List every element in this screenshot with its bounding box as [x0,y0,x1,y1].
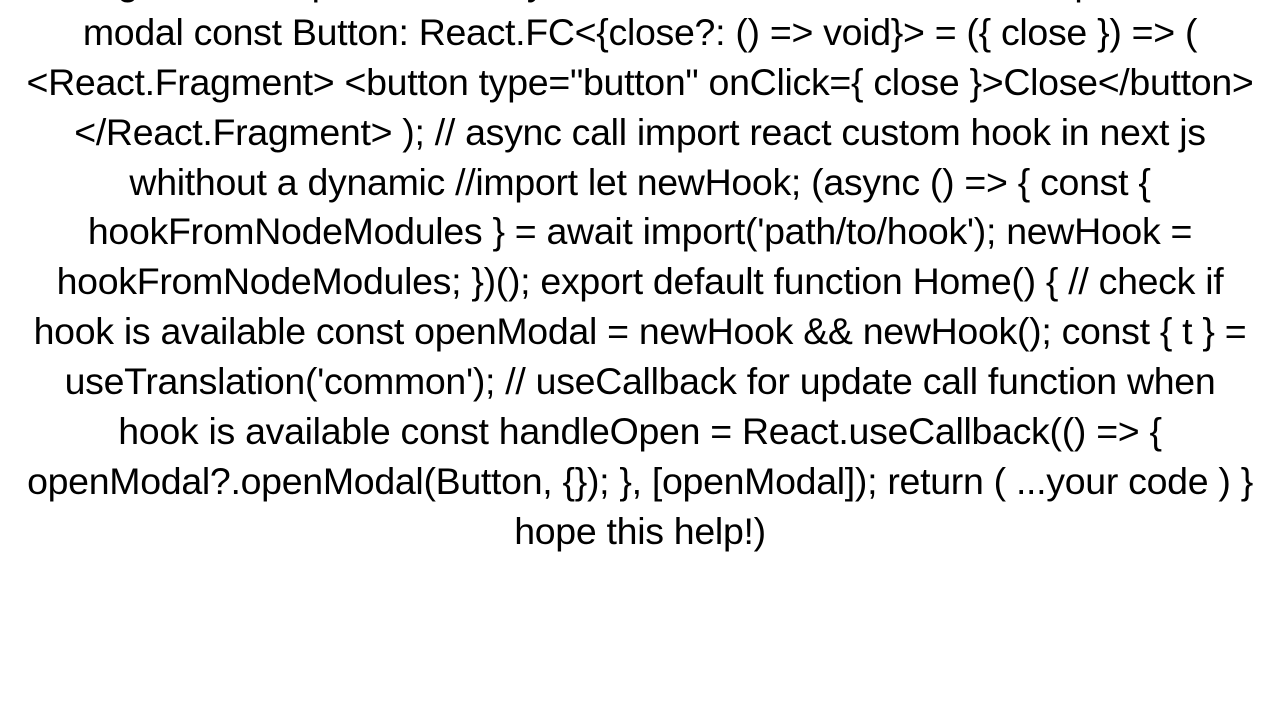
document-text: facing whith this problem today, and wha… [15,0,1265,557]
